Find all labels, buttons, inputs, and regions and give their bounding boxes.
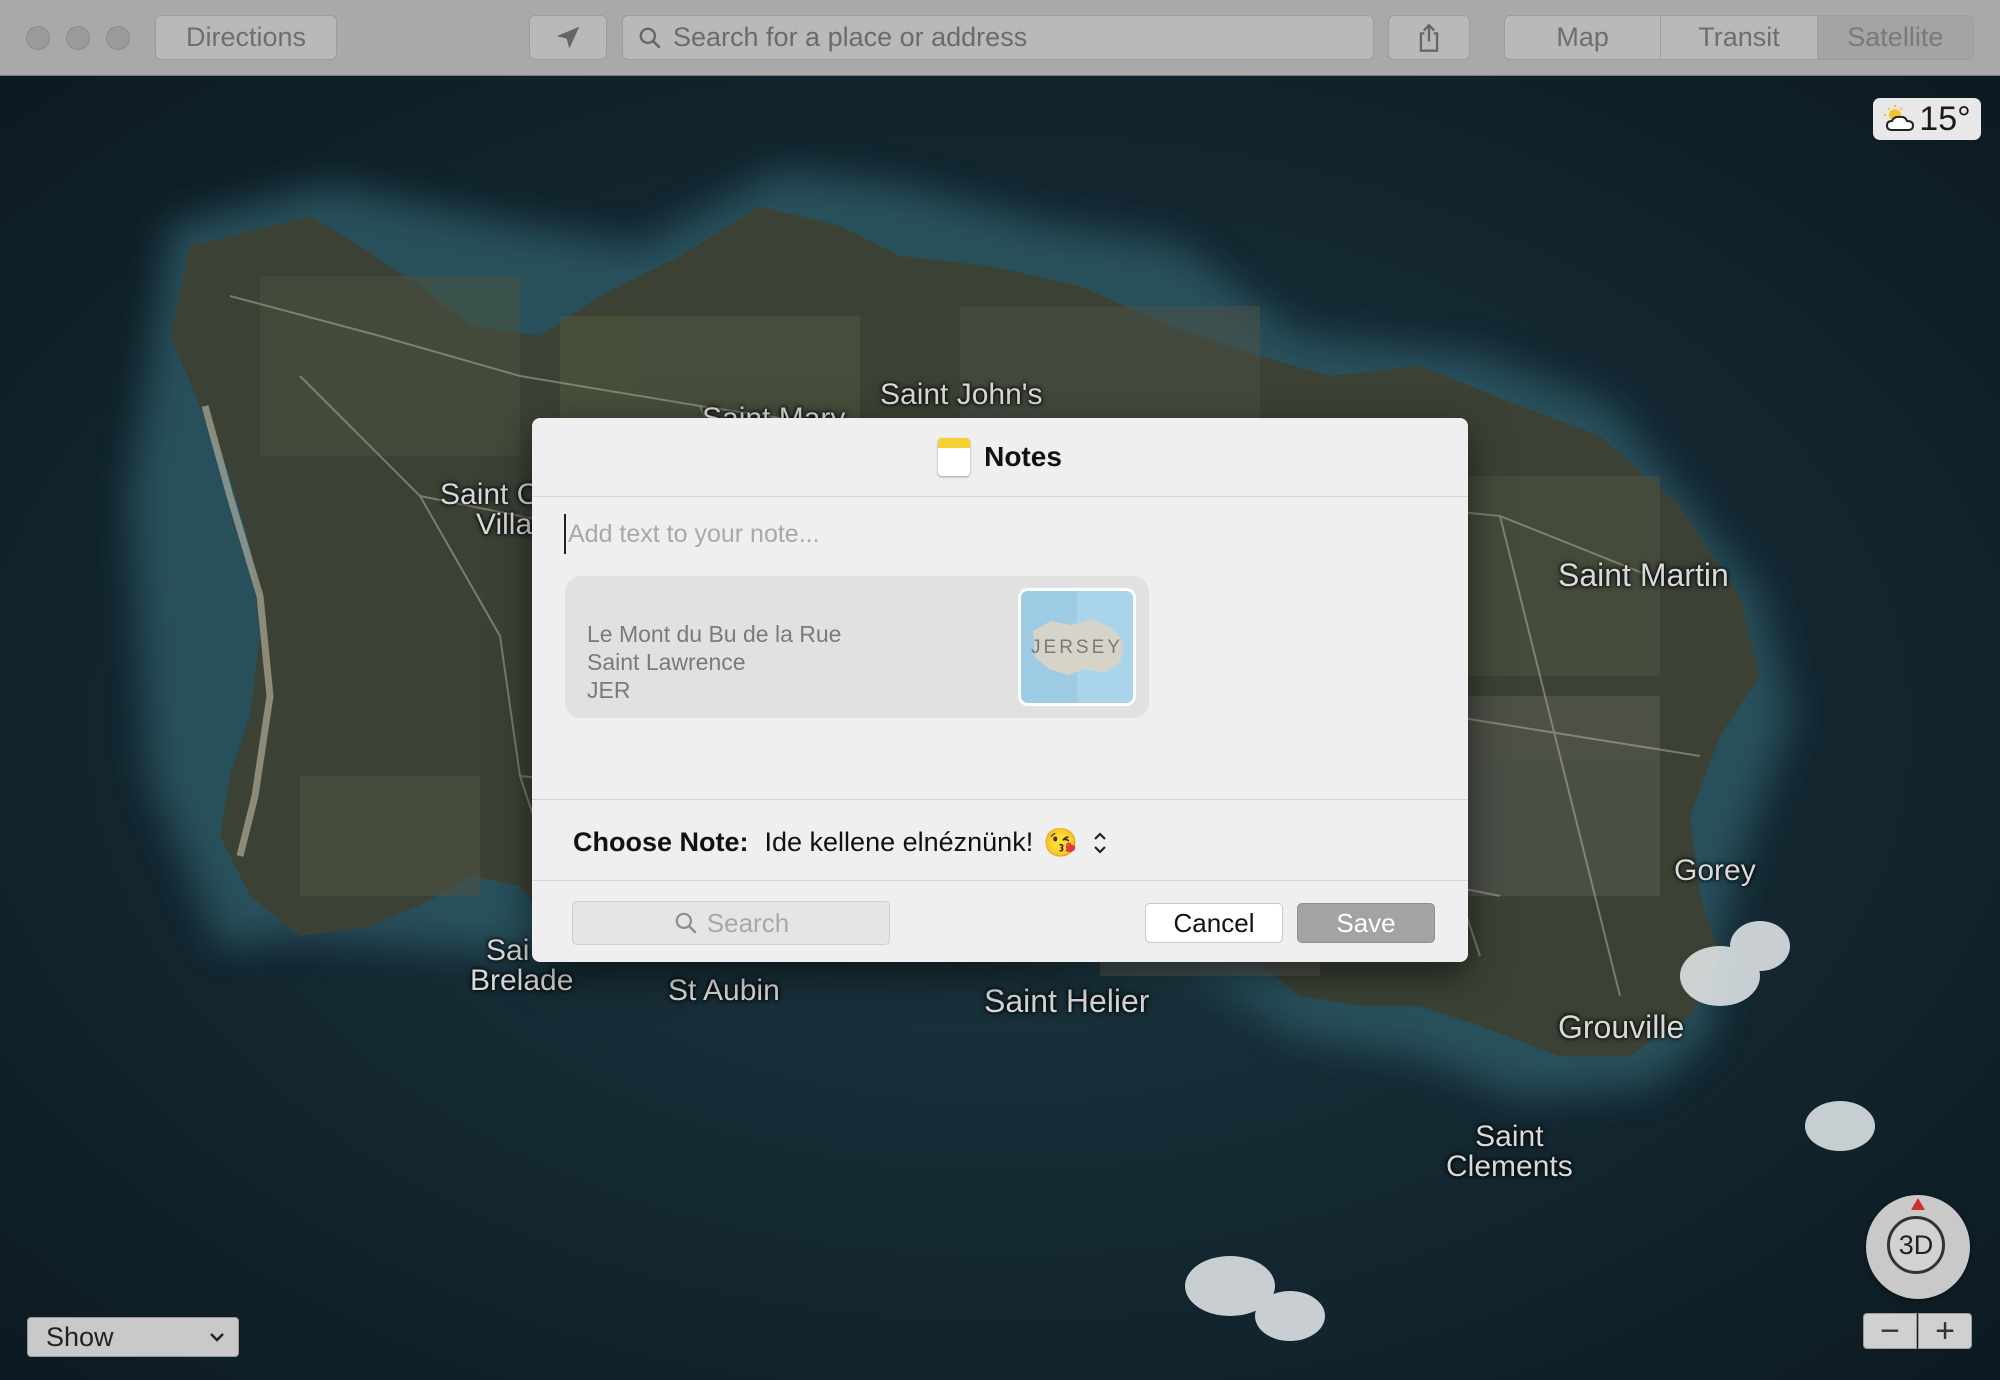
place-label-line2: Brelade — [470, 964, 574, 997]
tab-satellite[interactable]: Satellite — [1817, 16, 1973, 59]
note-text-input[interactable] — [564, 514, 1430, 554]
tab-transit[interactable]: Transit — [1661, 16, 1818, 59]
address-line3: JER — [587, 677, 631, 703]
cancel-button[interactable]: Cancel — [1145, 903, 1283, 943]
zoom-out-button[interactable]: − — [1863, 1312, 1917, 1350]
place-label-line2: Villa — [476, 508, 533, 541]
compass[interactable]: 3D — [1866, 1195, 1970, 1299]
place-label-line1: Saint — [1475, 1120, 1544, 1153]
search-field[interactable]: Search for a place or address — [622, 15, 1374, 60]
place-grouville[interactable]: Grouville — [1558, 1011, 1684, 1043]
partly-cloudy-icon — [1884, 105, 1915, 131]
location-address: Le Mont du Bu de la Rue Saint Lawrence J… — [587, 620, 841, 704]
temperature: 15° — [1919, 99, 1971, 138]
address-line2: Saint Lawrence — [587, 649, 746, 675]
location-attachment-card: Le Mont du Bu de la Rue Saint Lawrence J… — [565, 576, 1149, 718]
show-select-value: Show — [46, 1321, 114, 1352]
kiss-emoji-icon: 😘 — [1043, 827, 1079, 858]
weather-badge[interactable]: 15° — [1873, 98, 1981, 140]
3d-toggle-button[interactable]: 3D — [1887, 1216, 1945, 1274]
divider — [532, 880, 1468, 881]
map-mode-selector: Map Transit Satellite — [1504, 15, 1974, 60]
place-saint-martin[interactable]: Saint Martin — [1558, 559, 1729, 591]
choose-note-popup[interactable]: Ide kellene elnéznünk! 😘 — [765, 826, 1109, 859]
zoom-window-button[interactable] — [106, 26, 130, 50]
minimize-window-button[interactable] — [66, 26, 90, 50]
choose-note-row: Choose Note: Ide kellene elnéznünk! 😘 — [573, 826, 1108, 859]
directions-button[interactable]: Directions — [155, 15, 337, 60]
save-button[interactable]: Save — [1297, 903, 1435, 943]
thumbnail-label: JERSEY — [1031, 637, 1123, 658]
share-icon — [1419, 23, 1439, 52]
dialog-search-field[interactable]: Search — [572, 901, 890, 945]
north-needle-icon — [1911, 1198, 1925, 1210]
place-label-line2: Clements — [1446, 1150, 1573, 1183]
notes-app-icon — [938, 438, 971, 476]
close-window-button[interactable] — [26, 26, 50, 50]
map-thumbnail: JERSEY — [1018, 588, 1136, 706]
place-gorey[interactable]: Gorey — [1674, 856, 1756, 886]
show-select[interactable]: Show — [27, 1317, 239, 1357]
place-saint-ouen[interactable]: Saint O Villa — [440, 480, 540, 540]
address-line1: Le Mont du Bu de la Rue — [587, 621, 842, 647]
place-saint-clements[interactable]: Saint Clements — [1446, 1122, 1573, 1182]
chevron-down-icon — [210, 1333, 224, 1342]
search-placeholder: Search for a place or address — [673, 22, 1028, 52]
place-label-line1: Saint O — [440, 478, 541, 511]
choose-note-value: Ide kellene elnéznünk! — [764, 827, 1034, 857]
notes-share-dialog: Notes Le Mont du Bu de la Rue Saint Lawr… — [532, 418, 1468, 962]
updown-chevron-icon — [1094, 831, 1106, 854]
place-saint-johns[interactable]: Saint John's — [880, 380, 1043, 410]
share-button[interactable] — [1388, 15, 1470, 60]
search-icon — [639, 27, 661, 49]
zoom-in-button[interactable]: + — [1918, 1312, 1972, 1350]
dialog-title-bar: Notes — [532, 418, 1468, 497]
location-arrow-icon — [556, 26, 580, 49]
place-st-aubin[interactable]: St Aubin — [668, 976, 780, 1006]
maps-window: Directions Search for a place or address… — [0, 0, 2000, 1380]
current-location-button[interactable] — [529, 15, 607, 60]
place-saint-helier[interactable]: Saint Helier — [984, 985, 1149, 1017]
tab-map[interactable]: Map — [1505, 16, 1662, 59]
choose-note-label: Choose Note: — [573, 827, 749, 857]
search-icon — [675, 912, 697, 934]
divider — [532, 799, 1468, 800]
dialog-search-placeholder: Search — [706, 907, 790, 938]
dialog-title: Notes — [984, 441, 1062, 472]
toolbar: Directions Search for a place or address… — [0, 0, 2000, 76]
